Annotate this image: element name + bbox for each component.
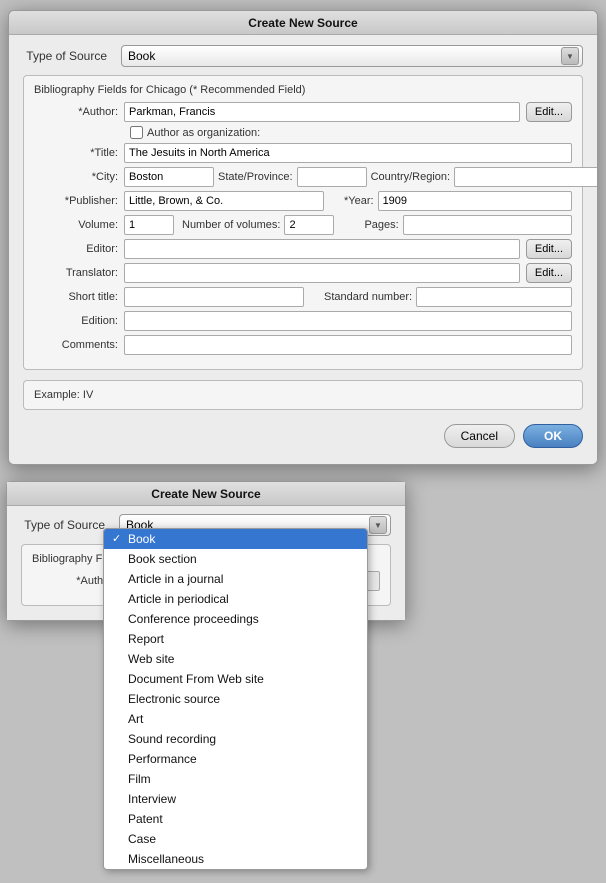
- state-input[interactable]: [297, 167, 367, 187]
- title-row: *Title:: [34, 143, 572, 163]
- bottom-window: Create New Source Type of Source Bibliog…: [6, 481, 406, 621]
- editor-input[interactable]: [124, 239, 520, 259]
- editor-label: Editor:: [34, 243, 124, 255]
- publisher-label: *Publisher:: [34, 195, 124, 207]
- editor-row: Editor: Edit...: [34, 239, 572, 259]
- num-volumes-label: Number of volumes:: [182, 219, 280, 231]
- title-label: *Title:: [34, 147, 124, 159]
- state-label: State/Province:: [218, 171, 293, 183]
- dropdown-item-art[interactable]: Art: [104, 709, 367, 729]
- example-section: Example: IV: [23, 380, 583, 410]
- source-select-input[interactable]: [121, 45, 583, 67]
- editor-edit-btn[interactable]: Edit...: [526, 239, 572, 259]
- city-row: *City: State/Province: Country/Region:: [34, 167, 572, 187]
- dropdown-item-sound[interactable]: Sound recording: [104, 729, 367, 749]
- city-label: *City:: [34, 171, 124, 183]
- standard-number-input[interactable]: [416, 287, 572, 307]
- comments-label: Comments:: [34, 339, 124, 351]
- translator-row: Translator: Edit...: [34, 263, 572, 283]
- dropdown-item-website[interactable]: Web site: [104, 649, 367, 669]
- dropdown-item-book-section[interactable]: Book section: [104, 549, 367, 569]
- dropdown-item-book[interactable]: ✓Book: [104, 529, 367, 549]
- author-edit-btn[interactable]: Edit...: [526, 102, 572, 122]
- dropdown-item-miscellaneous[interactable]: Miscellaneous: [104, 849, 367, 869]
- author-as-org-checkbox[interactable]: [130, 126, 143, 139]
- translator-input[interactable]: [124, 263, 520, 283]
- author-row: *Author: Edit...: [34, 102, 572, 122]
- num-volumes-input[interactable]: [284, 215, 334, 235]
- author-label: *Author:: [34, 106, 124, 118]
- publisher-input[interactable]: [124, 191, 324, 211]
- dropdown-item-article-journal[interactable]: Article in a journal: [104, 569, 367, 589]
- bib-header: Bibliography Fields for Chicago (* Recom…: [34, 84, 572, 96]
- bib-section: Bibliography Fields for Chicago (* Recom…: [23, 75, 583, 370]
- dropdown-item-patent[interactable]: Patent: [104, 809, 367, 829]
- dropdown-item-conference[interactable]: Conference proceedings: [104, 609, 367, 629]
- author-as-org-label: Author as organization:: [147, 127, 260, 139]
- source-select-wrapper[interactable]: [121, 45, 583, 67]
- short-title-row: Short title: Standard number:: [34, 287, 572, 307]
- year-input[interactable]: [378, 191, 572, 211]
- comments-row: Comments:: [34, 335, 572, 355]
- edition-input[interactable]: [124, 311, 572, 331]
- edition-label: Edition:: [34, 315, 124, 327]
- bottom-type-label: Type of Source: [21, 518, 111, 532]
- top-window-title: Create New Source: [9, 11, 597, 35]
- author-input[interactable]: [124, 102, 520, 122]
- source-type-dropdown[interactable]: ✓BookBook sectionArticle in a journalArt…: [103, 528, 368, 870]
- type-of-source-label: Type of Source: [23, 49, 113, 63]
- dropdown-item-performance[interactable]: Performance: [104, 749, 367, 769]
- dropdown-item-report[interactable]: Report: [104, 629, 367, 649]
- dropdown-item-electronic[interactable]: Electronic source: [104, 689, 367, 709]
- comments-input[interactable]: [124, 335, 572, 355]
- country-input[interactable]: [454, 167, 598, 187]
- volume-label: Volume:: [34, 219, 124, 231]
- top-window: Create New Source Type of Source Bibliog…: [8, 10, 598, 465]
- ok-button[interactable]: OK: [523, 424, 583, 448]
- cancel-button[interactable]: Cancel: [444, 424, 515, 448]
- pages-label: Pages:: [364, 219, 398, 231]
- pages-input[interactable]: [403, 215, 572, 235]
- bottom-window-title: Create New Source: [7, 482, 405, 506]
- dropdown-item-doc-website[interactable]: Document From Web site: [104, 669, 367, 689]
- city-input[interactable]: [124, 167, 214, 187]
- short-title-label: Short title:: [34, 291, 124, 303]
- country-label: Country/Region:: [371, 171, 451, 183]
- author-as-org-row: Author as organization:: [130, 126, 572, 139]
- check-icon: ✓: [112, 532, 121, 545]
- year-label: *Year:: [344, 195, 374, 207]
- translator-edit-btn[interactable]: Edit...: [526, 263, 572, 283]
- bottom-buttons: Cancel OK: [23, 420, 583, 450]
- volume-input[interactable]: [124, 215, 174, 235]
- dropdown-item-article-periodical[interactable]: Article in periodical: [104, 589, 367, 609]
- title-input[interactable]: [124, 143, 572, 163]
- volume-row: Volume: Number of volumes: Pages:: [34, 215, 572, 235]
- dropdown-item-case[interactable]: Case: [104, 829, 367, 849]
- dropdown-item-interview[interactable]: Interview: [104, 789, 367, 809]
- translator-label: Translator:: [34, 267, 124, 279]
- publisher-row: *Publisher: *Year:: [34, 191, 572, 211]
- standard-number-label: Standard number:: [324, 291, 412, 303]
- short-title-input[interactable]: [124, 287, 304, 307]
- example-text: Example: IV: [34, 389, 93, 401]
- type-of-source-row: Type of Source: [23, 45, 583, 67]
- edition-row: Edition:: [34, 311, 572, 331]
- dropdown-item-film[interactable]: Film: [104, 769, 367, 789]
